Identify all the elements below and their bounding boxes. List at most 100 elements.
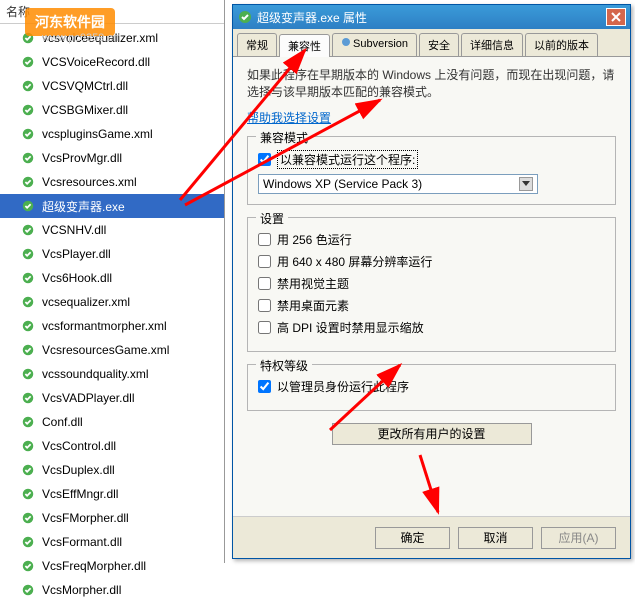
file-icon <box>20 510 36 526</box>
file-row[interactable]: VCSNHV.dll <box>0 218 224 242</box>
app-icon <box>237 9 253 25</box>
file-icon <box>20 54 36 70</box>
tab-3[interactable]: 安全 <box>419 33 459 56</box>
file-name: VcsDuplex.dll <box>42 463 115 477</box>
file-row[interactable]: vcspluginsGame.xml <box>0 122 224 146</box>
file-icon <box>20 390 36 406</box>
file-icon <box>20 198 36 214</box>
file-icon <box>20 126 36 142</box>
setting-theme-checkbox[interactable] <box>258 277 271 290</box>
file-row[interactable]: VcsFreqMorpher.dll <box>0 554 224 578</box>
file-row[interactable]: vcsequalizer.xml <box>0 290 224 314</box>
file-name: VcsPlayer.dll <box>42 247 111 261</box>
tab-label: 安全 <box>428 40 450 52</box>
file-row[interactable]: Vcsresources.xml <box>0 170 224 194</box>
file-name: vcsformantmorpher.xml <box>42 319 167 333</box>
admin-checkbox[interactable] <box>258 380 271 393</box>
file-name: VcsVADPlayer.dll <box>42 391 134 405</box>
file-icon <box>20 78 36 94</box>
tab-label: 常规 <box>246 40 268 52</box>
file-row[interactable]: 超级变声器.exe <box>0 194 224 218</box>
privilege-group: 特权等级 以管理员身份运行此程序 <box>247 364 616 411</box>
cancel-button[interactable]: 取消 <box>458 527 533 549</box>
close-button[interactable] <box>606 8 626 26</box>
file-name: VCSVoiceRecord.dll <box>42 55 150 69</box>
file-icon <box>20 294 36 310</box>
tab-label: 以前的版本 <box>534 40 589 52</box>
file-row[interactable]: vcsformantmorpher.xml <box>0 314 224 338</box>
compat-mode-checkbox[interactable] <box>258 153 271 166</box>
compat-mode-group: 兼容模式 以兼容模式运行这个程序: Windows XP (Service Pa… <box>247 136 616 205</box>
subversion-icon <box>341 37 351 47</box>
watermark-url: www.pc0359.cn <box>42 32 119 44</box>
file-name: VcsFreqMorpher.dll <box>42 559 146 573</box>
file-name: Vcsresources.xml <box>42 175 137 189</box>
file-icon <box>20 222 36 238</box>
setting-dpi-label: 高 DPI 设置时禁用显示缩放 <box>277 319 424 336</box>
tab-0[interactable]: 常规 <box>237 33 277 56</box>
setting-256-checkbox[interactable] <box>258 233 271 246</box>
apply-button[interactable]: 应用(A) <box>541 527 616 549</box>
properties-dialog: 超级变声器.exe 属性 常规兼容性Subversion安全详细信息以前的版本 … <box>232 4 631 559</box>
file-icon <box>20 486 36 502</box>
tab-label: 详细信息 <box>470 40 514 52</box>
file-icon <box>20 462 36 478</box>
settings-group-title: 设置 <box>256 210 288 227</box>
file-row[interactable]: VcsEffMngr.dll <box>0 482 224 506</box>
dialog-footer: 确定 取消 应用(A) <box>233 516 630 558</box>
setting-256-label: 用 256 色运行 <box>277 231 352 248</box>
file-icon <box>20 318 36 334</box>
compat-mode-combo[interactable]: Windows XP (Service Pack 3) <box>258 174 538 194</box>
file-name: 超级变声器.exe <box>42 198 125 215</box>
file-icon <box>20 342 36 358</box>
admin-label: 以管理员身份运行此程序 <box>277 378 409 395</box>
file-icon <box>20 174 36 190</box>
file-row[interactable]: VcsFormant.dll <box>0 530 224 554</box>
file-row[interactable]: VCSVQMCtrl.dll <box>0 74 224 98</box>
file-row[interactable]: vcssoundquality.xml <box>0 362 224 386</box>
file-name: VcsMorpher.dll <box>42 583 121 597</box>
file-icon <box>20 438 36 454</box>
file-icon <box>20 150 36 166</box>
tab-strip: 常规兼容性 Subversion 安全 详细信息 以前的版本 <box>233 29 630 57</box>
description-text: 如果此程序在早期版本的 Windows 上没有问题，而现在出现问题，请选择与该早… <box>247 67 616 101</box>
file-row[interactable]: VcsVADPlayer.dll <box>0 386 224 410</box>
file-row[interactable]: VcsPlayer.dll <box>0 242 224 266</box>
file-row[interactable]: VcsFMorpher.dll <box>0 506 224 530</box>
setting-desktop-checkbox[interactable] <box>258 299 271 312</box>
file-icon <box>20 558 36 574</box>
tab-label: Subversion <box>353 38 408 50</box>
setting-640-label: 用 640 x 480 屏幕分辨率运行 <box>277 253 432 270</box>
file-row[interactable]: VcsresourcesGame.xml <box>0 338 224 362</box>
settings-group: 设置 用 256 色运行 用 640 x 480 屏幕分辨率运行 禁用视觉主题 … <box>247 217 616 352</box>
file-name: Conf.dll <box>42 415 83 429</box>
ok-button[interactable]: 确定 <box>375 527 450 549</box>
help-link[interactable]: 帮助我选择设置 <box>247 109 331 126</box>
tab-1[interactable]: 兼容性 <box>279 34 330 57</box>
file-row[interactable]: VCSBGMixer.dll <box>0 98 224 122</box>
file-icon <box>20 534 36 550</box>
file-name: VcsEffMngr.dll <box>42 487 118 501</box>
setting-640-checkbox[interactable] <box>258 255 271 268</box>
tab-4[interactable]: 详细信息 <box>461 33 523 56</box>
file-row[interactable]: VcsMorpher.dll <box>0 578 224 602</box>
file-icon <box>20 102 36 118</box>
file-row[interactable]: VcsDuplex.dll <box>0 458 224 482</box>
file-name: VCSBGMixer.dll <box>42 103 128 117</box>
file-row[interactable]: VcsControl.dll <box>0 434 224 458</box>
file-row[interactable]: VcsProvMgr.dll <box>0 146 224 170</box>
file-icon <box>20 582 36 598</box>
file-row[interactable]: VCSVoiceRecord.dll <box>0 50 224 74</box>
file-row[interactable]: Vcs6Hook.dll <box>0 266 224 290</box>
setting-desktop-label: 禁用桌面元素 <box>277 297 349 314</box>
file-name: VcsFMorpher.dll <box>42 511 129 525</box>
file-icon <box>20 366 36 382</box>
tab-2[interactable]: Subversion <box>332 33 417 56</box>
tab-5[interactable]: 以前的版本 <box>525 33 598 56</box>
file-row[interactable]: Conf.dll <box>0 410 224 434</box>
dialog-title: 超级变声器.exe 属性 <box>257 9 367 26</box>
file-name: VcsFormant.dll <box>42 535 122 549</box>
setting-dpi-checkbox[interactable] <box>258 321 271 334</box>
all-users-button[interactable]: 更改所有用户的设置 <box>332 423 532 445</box>
file-name: vcssoundquality.xml <box>42 367 149 381</box>
